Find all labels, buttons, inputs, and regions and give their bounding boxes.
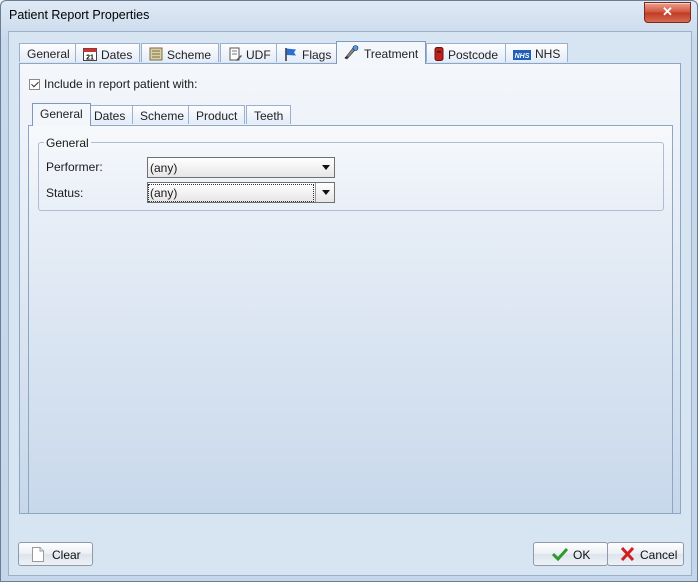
tab-label: UDF — [246, 48, 271, 62]
tab-label: Postcode — [448, 48, 499, 62]
cancel-x-icon — [620, 546, 635, 564]
subtab-label: Scheme — [140, 109, 185, 123]
include-checkbox[interactable] — [29, 79, 40, 90]
subtab-label: Dates — [94, 109, 126, 123]
dialog-client: General 21 Dates Scheme UDF Flags Treatm… — [8, 31, 692, 576]
subtab-general[interactable]: General — [32, 103, 91, 126]
treatment-tab-panel: Include in report patient with: General … — [19, 63, 681, 514]
tab-general[interactable]: General — [19, 43, 78, 62]
subtab-teeth[interactable]: Teeth — [246, 105, 292, 124]
cancel-button-label: Cancel — [640, 548, 678, 562]
subtab-dates[interactable]: Dates — [86, 105, 134, 124]
include-checkbox-label: Include in report patient with: — [44, 77, 198, 91]
performer-label: Performer: — [46, 160, 103, 174]
checkmark-icon — [551, 547, 569, 564]
status-value: (any) — [148, 184, 314, 202]
nhs-logo-icon: NHS — [513, 49, 531, 63]
tab-label: NHS — [535, 47, 561, 61]
scheme-icon — [149, 47, 163, 64]
tab-label: Dates — [101, 48, 133, 62]
clear-button[interactable]: Clear — [18, 542, 93, 566]
subtab-scheme[interactable]: Scheme — [132, 105, 193, 124]
ok-button[interactable]: OK — [533, 542, 608, 566]
flag-icon — [284, 47, 298, 64]
status-dropdown[interactable]: (any) — [147, 182, 335, 203]
status-label: Status: — [46, 186, 84, 200]
postcode-icon — [434, 47, 444, 64]
blank-page-icon — [32, 547, 44, 565]
subtab-label: Product — [196, 109, 238, 123]
tab-flags[interactable]: Flags — [276, 43, 340, 64]
close-icon: ✕ — [662, 4, 673, 19]
general-subtab-panel: General Performer: (any) Status: (any) — [28, 125, 673, 514]
calendar-icon: 21 — [83, 47, 97, 64]
svg-text:21: 21 — [86, 54, 94, 61]
include-checkbox-row[interactable]: Include in report patient with: — [29, 77, 197, 91]
tab-label: General — [27, 47, 70, 61]
udf-icon — [228, 47, 242, 64]
treatment-icon — [344, 45, 360, 63]
tab-treatment[interactable]: Treatment — [336, 41, 427, 64]
cancel-button[interactable]: Cancel — [607, 542, 684, 566]
svg-text:NHS: NHS — [515, 53, 530, 60]
performer-dropdown[interactable]: (any) — [147, 157, 335, 178]
tab-label: Treatment — [364, 47, 419, 61]
subtab-label: General — [40, 107, 83, 121]
tab-scheme[interactable]: Scheme — [141, 43, 220, 64]
groupbox-title: General — [44, 136, 91, 150]
chevron-down-icon — [322, 165, 330, 170]
tab-nhs[interactable]: NHS NHS — [505, 43, 569, 63]
subtab-product[interactable]: Product — [188, 105, 246, 124]
tab-label: Flags — [302, 48, 332, 62]
dialog-window: Patient Report Properties ✕ General 21 D… — [0, 0, 698, 582]
tab-label: Scheme — [167, 48, 212, 62]
tab-dates[interactable]: 21 Dates — [75, 43, 141, 64]
chevron-down-icon — [322, 190, 330, 195]
clear-button-label: Clear — [52, 548, 81, 562]
general-groupbox: General Performer: (any) Status: (any) — [38, 136, 664, 211]
close-button[interactable]: ✕ — [644, 2, 691, 23]
performer-value: (any) — [150, 161, 178, 175]
ok-button-label: OK — [573, 548, 591, 562]
window-title: Patient Report Properties — [9, 8, 150, 22]
subtab-label: Teeth — [254, 109, 284, 123]
tab-udf[interactable]: UDF — [220, 43, 279, 62]
title-bar: Patient Report Properties ✕ — [1, 1, 697, 31]
tab-postcode[interactable]: Postcode — [426, 43, 507, 64]
